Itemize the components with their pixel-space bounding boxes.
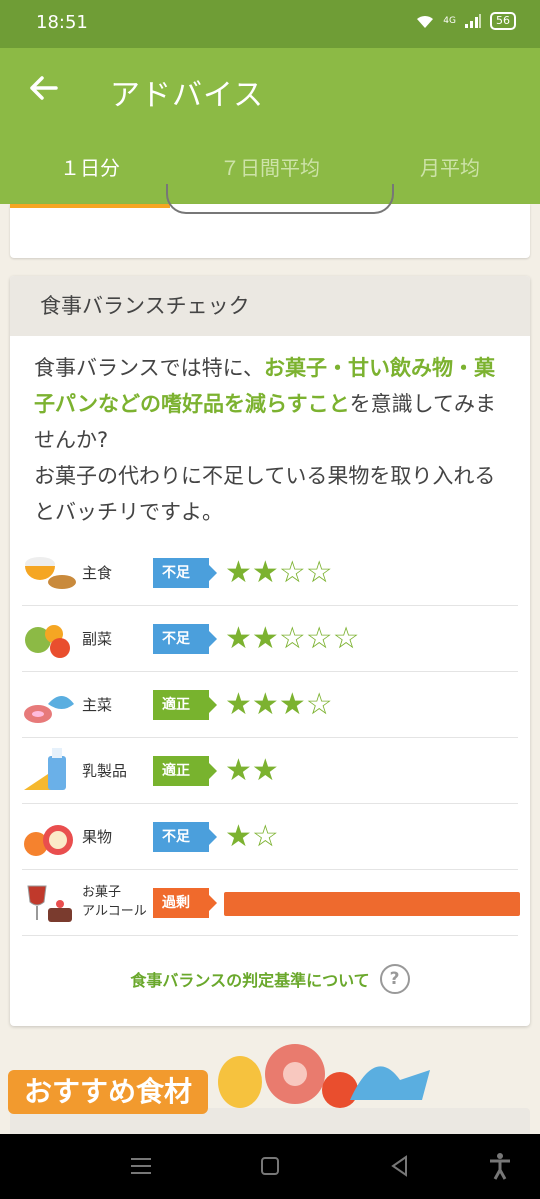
rating-stars: ★ ★ (225, 755, 279, 787)
help-icon[interactable]: ? (379, 964, 410, 994)
row-label: 副菜 (82, 630, 113, 648)
status-badge: 不足 (153, 822, 217, 852)
balance-row-fruit: 果物 不足 ★ ☆ (22, 804, 518, 870)
recommended-foods-label: おすすめ食材 (8, 1070, 209, 1114)
status-badge: 適正 (153, 690, 217, 720)
star-empty-icon: ☆ (305, 687, 333, 722)
star-empty-icon: ☆ (332, 621, 360, 656)
recommended-foods-section: おすすめ食材 (0, 1040, 540, 1138)
signal-icon (465, 14, 481, 28)
criteria-link-text[interactable]: 食事バランスの判定基準について (130, 967, 369, 991)
star-filled-icon: ★ (251, 687, 279, 722)
star-filled-icon: ★ (278, 687, 306, 722)
star-filled-icon: ★ (251, 621, 279, 656)
star-filled-icon: ★ (225, 621, 252, 656)
star-empty-icon: ☆ (305, 621, 333, 656)
recommended-foods-illustration (218, 1044, 430, 1108)
battery-icon: 56 (490, 12, 516, 30)
rice-bread-icon (25, 557, 76, 589)
advice-text: 食事バランスでは特に、お菓子・甘い飲み物・菓子パンなどの嗜好品を減らすことを意識… (10, 336, 530, 530)
rating-stars: ★ ★ ☆ ☆ (225, 557, 333, 589)
previous-card (10, 184, 530, 258)
star-filled-icon: ★ (225, 753, 252, 788)
rating-stars: ★ ☆ (225, 821, 279, 853)
meal-balance-header: 食事バランスチェック (10, 276, 530, 336)
recent-apps-icon[interactable] (125, 1150, 157, 1182)
star-filled-icon: ★ (225, 687, 252, 722)
row-label: 主食 (82, 564, 113, 582)
balance-row-main-dish: 主菜 適正 ★ ★ ★ ☆ (22, 672, 518, 738)
vegetable-icon (25, 625, 70, 658)
star-filled-icon: ★ (251, 555, 279, 590)
row-label: お菓子 アルコール (82, 883, 147, 921)
meat-fish-icon (24, 696, 74, 723)
star-empty-icon: ☆ (251, 819, 279, 854)
advice-part-3: お菓子の代わりに不足している果物を取り入れるとバッチリですよ。 (34, 464, 496, 524)
fruit-icon (24, 825, 73, 856)
balance-rows: 主食 不足 ★ ★ ☆ ☆ 副菜 不足 ★ ★ ☆ ☆ ☆ 主菜 適正 ★ ★ ★ ☆ (22, 540, 520, 936)
status-badge: 不足 (153, 558, 217, 588)
tab-one-day[interactable]: １日分 (0, 144, 180, 204)
milk-cheese-icon (24, 748, 66, 790)
star-filled-icon: ★ (225, 555, 252, 590)
star-filled-icon: ★ (251, 753, 279, 788)
balance-row-staple: 主食 不足 ★ ★ ☆ ☆ (22, 540, 518, 606)
previous-card-button[interactable] (166, 184, 394, 214)
back-icon[interactable] (384, 1150, 416, 1182)
network-icon: 4G (443, 15, 456, 26)
balance-row-sweets-alcohol: お菓子アルコール 過剰 (22, 870, 520, 936)
status-badge: 適正 (153, 756, 217, 786)
advice-part-1: 食事バランスでは特に、 (34, 356, 264, 380)
meal-balance-card: 食事バランスチェック 食事バランスでは特に、お菓子・甘い飲み物・菓子パンなどの嗜… (10, 276, 530, 1026)
balance-row-dairy: 乳製品 適正 ★ ★ (22, 738, 518, 804)
status-time: 18:51 (36, 12, 88, 33)
previous-card-accent (10, 204, 170, 208)
app-bar: アドバイス １日分 ７日間平均 月平均 (0, 48, 540, 204)
row-label-line-1: お菓子 (82, 885, 122, 900)
home-icon[interactable] (254, 1150, 286, 1182)
row-label-line-2: アルコール (82, 904, 147, 919)
system-nav-bar (0, 1134, 540, 1199)
status-icons: 4G 56 (415, 12, 516, 30)
star-filled-icon: ★ (225, 819, 252, 854)
balance-row-side-dish: 副菜 不足 ★ ★ ☆ ☆ ☆ (22, 606, 518, 672)
star-empty-icon: ☆ (278, 555, 306, 590)
back-arrow-icon[interactable] (24, 68, 64, 108)
page-title: アドバイス (110, 78, 265, 113)
excess-bar (224, 888, 520, 920)
status-badge: 過剰 (153, 888, 217, 918)
rating-stars: ★ ★ ★ ☆ (225, 689, 333, 721)
criteria-link[interactable]: 食事バランスの判定基準について ? (10, 964, 530, 994)
star-empty-icon: ☆ (278, 621, 306, 656)
rating-stars: ★ ★ ☆ ☆ ☆ (225, 623, 360, 655)
status-badge: 不足 (153, 624, 217, 654)
excess-bar-reference (224, 888, 372, 920)
row-label: 主菜 (82, 696, 113, 714)
wifi-icon (417, 15, 434, 28)
row-label: 果物 (82, 828, 113, 846)
wine-cake-icon (27, 885, 72, 922)
row-label: 乳製品 (82, 762, 128, 780)
accessibility-icon[interactable] (484, 1150, 516, 1182)
star-empty-icon: ☆ (305, 555, 333, 590)
status-bar: 18:51 4G 56 (0, 0, 540, 48)
